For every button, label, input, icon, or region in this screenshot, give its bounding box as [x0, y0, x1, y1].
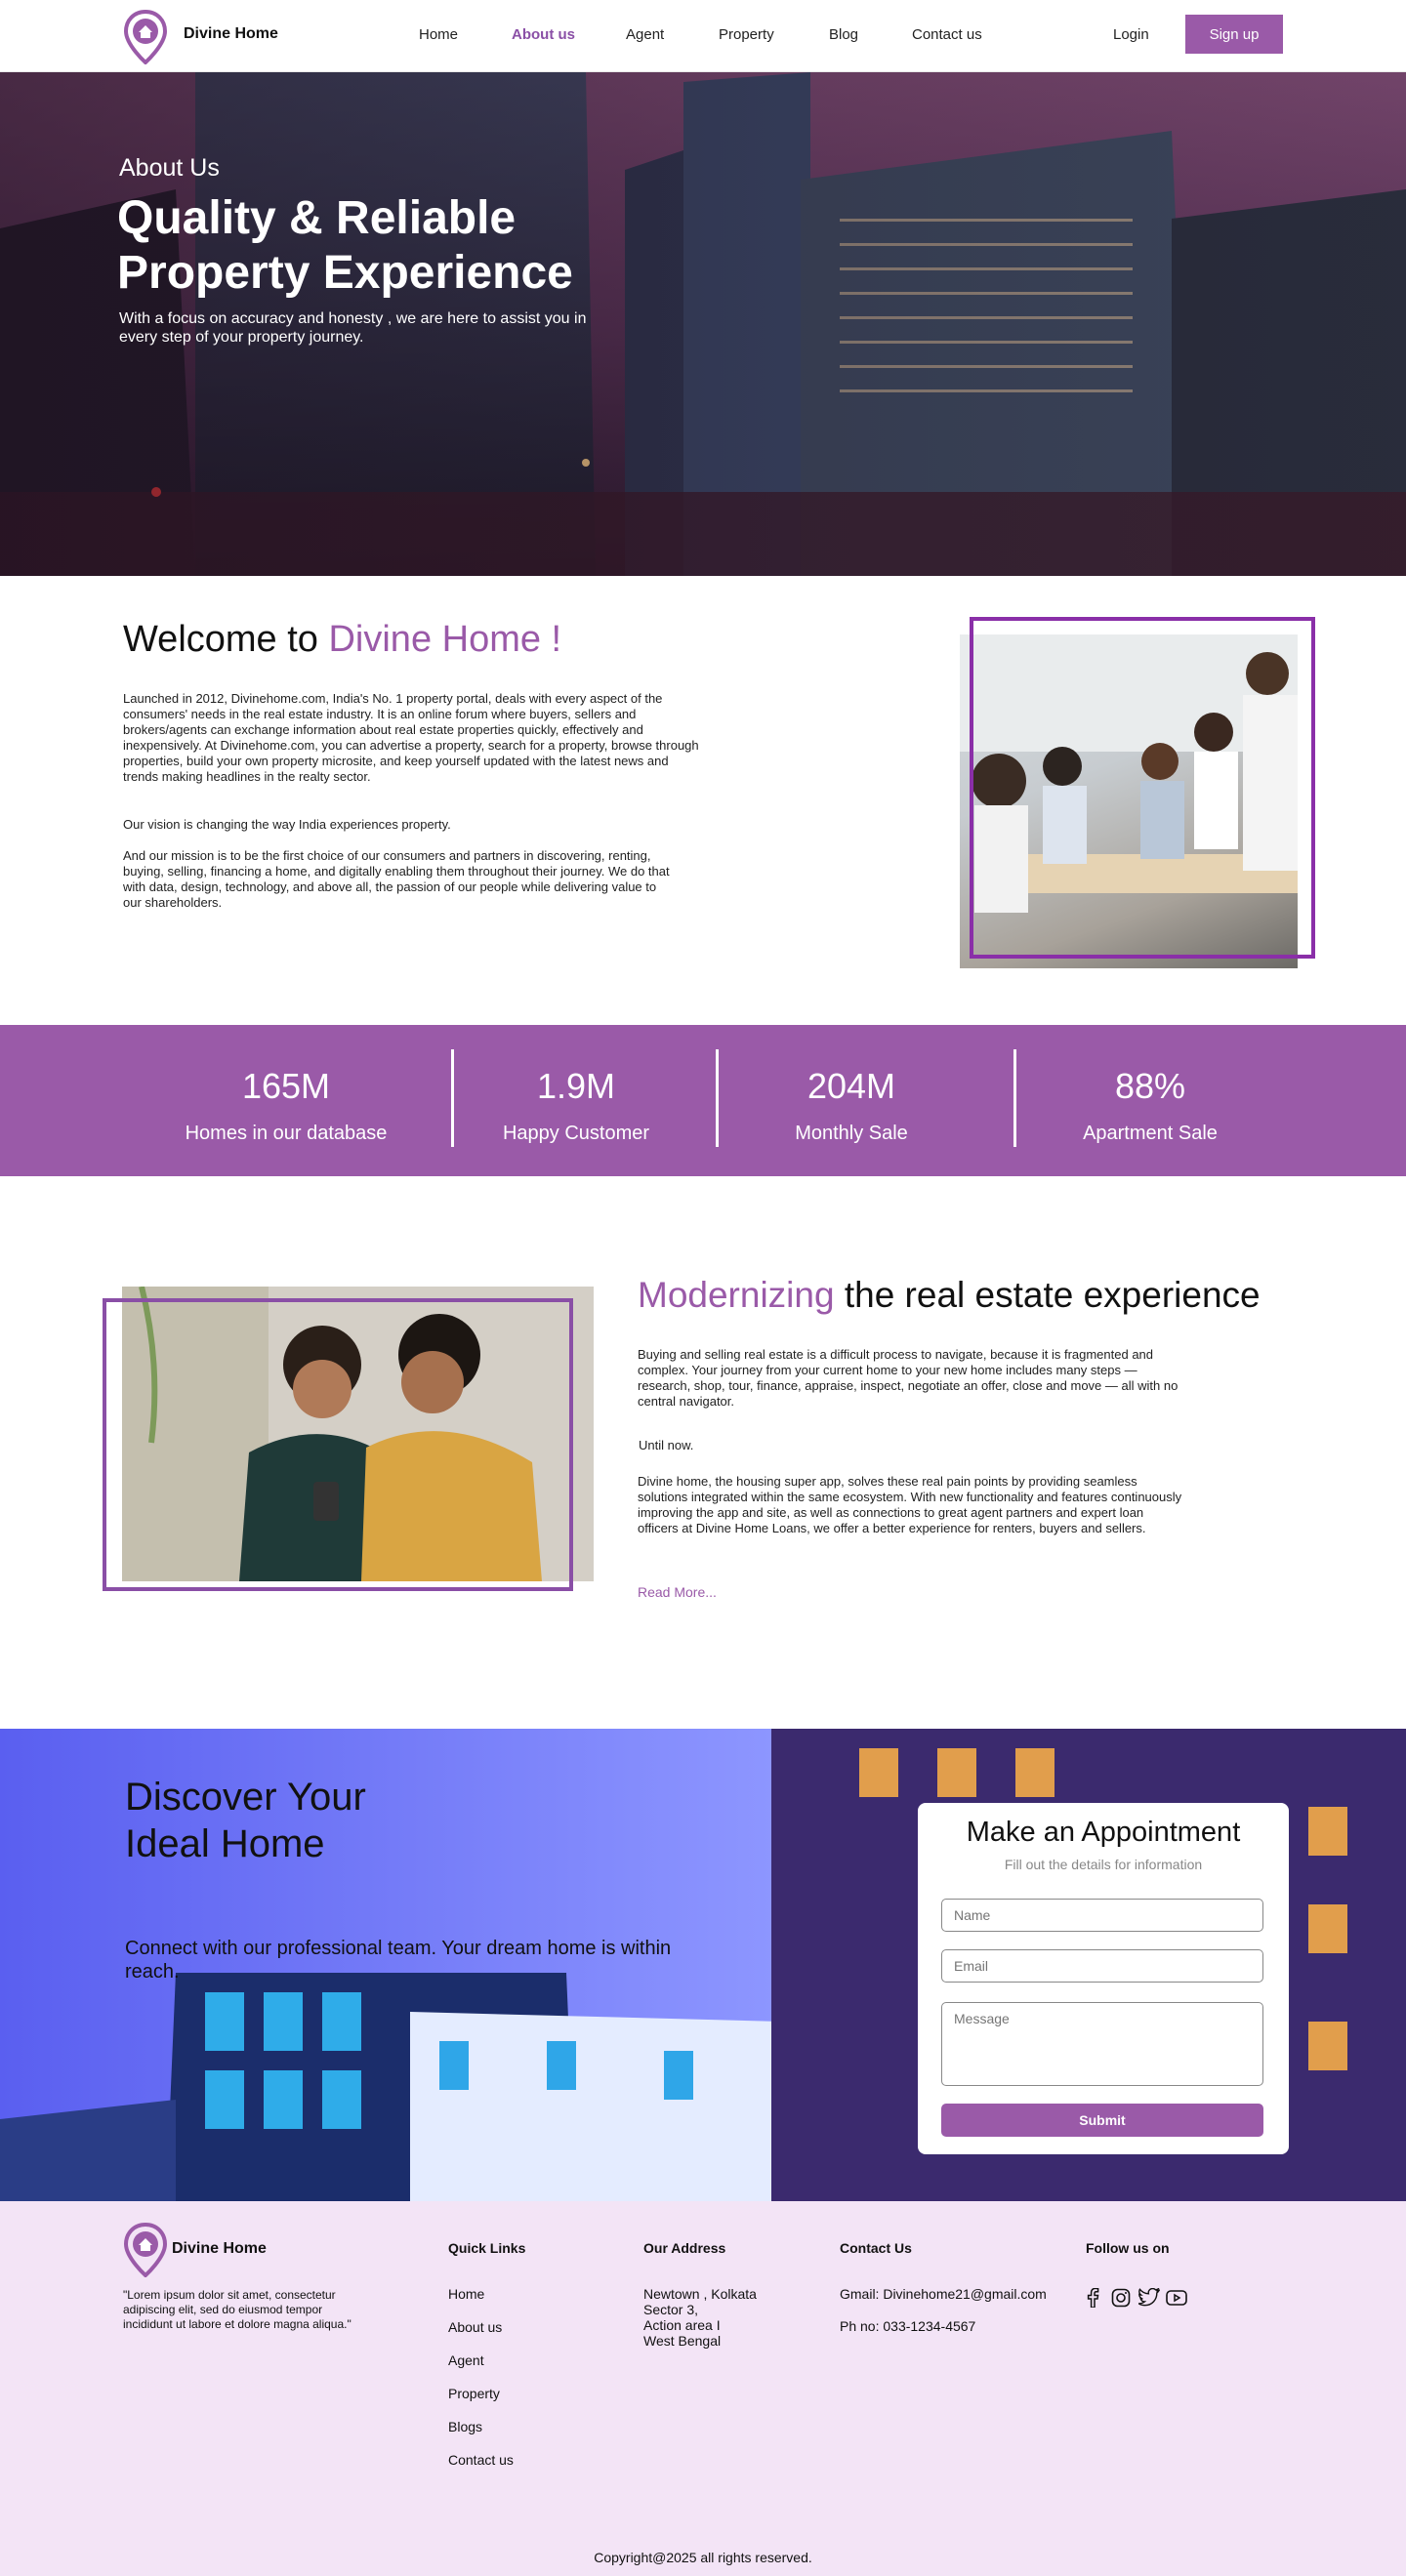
instagram-icon[interactable]	[1111, 2288, 1131, 2308]
footer-quote: "Lorem ipsum dolor sit amet, consectetur…	[123, 2288, 352, 2331]
nav-blog[interactable]: Blog	[829, 26, 858, 43]
appointment-title: Make an Appointment	[966, 1817, 1241, 1848]
home-pin-logo-icon[interactable]	[123, 10, 168, 64]
team-image-frame	[970, 617, 1315, 959]
twitter-icon[interactable]	[1138, 2288, 1160, 2308]
stat-value-apartment-sale: 88%	[1114, 1066, 1186, 1106]
top-navbar: Divine Home Home About us Agent Property…	[0, 0, 1406, 72]
stat-label-customers: Happy Customer	[502, 1123, 650, 1144]
message-textarea[interactable]	[941, 2002, 1263, 2086]
couple-image-frame	[103, 1298, 573, 1591]
address-heading: Our Address	[643, 2240, 726, 2256]
modernizing-paragraph-2: Until now.	[639, 1438, 694, 1452]
footer-link-home[interactable]: Home	[448, 2286, 484, 2302]
stat-divider	[451, 1049, 454, 1147]
stat-label-homes: Homes in our database	[185, 1123, 388, 1144]
email-input[interactable]	[941, 1949, 1263, 1983]
contact-heading: Contact Us	[840, 2240, 912, 2256]
nav-about-us[interactable]: About us	[512, 26, 575, 43]
stat-label-apartment-sale: Apartment Sale	[1083, 1123, 1218, 1144]
stat-divider	[716, 1049, 719, 1147]
footer-link-contact-us[interactable]: Contact us	[448, 2452, 514, 2468]
stat-value-monthly-sale: 204M	[806, 1066, 896, 1106]
address-line: Action area I	[643, 2317, 721, 2333]
hero-title: Quality & Reliable Property Experience	[117, 192, 573, 299]
hero-description: With a focus on accuracy and honesty , w…	[119, 310, 587, 346]
quick-links-heading: Quick Links	[448, 2240, 526, 2256]
nav-property[interactable]: Property	[719, 26, 774, 43]
name-input[interactable]	[941, 1899, 1263, 1932]
modernizing-paragraph-1: Buying and selling real estate is a diff…	[638, 1347, 1179, 1409]
welcome-title: Welcome to Divine Home !	[123, 619, 561, 661]
facebook-icon[interactable]	[1086, 2288, 1099, 2308]
stat-divider	[1013, 1049, 1016, 1147]
discover-description: Connect with our professional team. Your…	[125, 1938, 672, 1983]
footer-link-property[interactable]: Property	[448, 2386, 500, 2401]
submit-button[interactable]: Submit	[941, 2104, 1263, 2137]
footer-brand-name: Divine Home	[172, 2240, 267, 2257]
welcome-title-accent: Divine Home !	[328, 619, 562, 660]
stat-label-monthly-sale: Monthly Sale	[795, 1123, 908, 1144]
footer-link-about-us[interactable]: About us	[448, 2319, 502, 2335]
welcome-paragraph-2: Our vision is changing the way India exp…	[123, 817, 451, 832]
copyright-text: Copyright@2025 all rights reserved.	[594, 2550, 812, 2565]
address-line: Newtown , Kolkata	[643, 2286, 757, 2302]
footer-link-blogs[interactable]: Blogs	[448, 2419, 482, 2434]
hero-subtitle: About Us	[119, 154, 220, 182]
address-line: Sector 3,	[643, 2302, 699, 2317]
stat-value-customers: 1.9M	[536, 1066, 616, 1106]
appointment-subtitle: Fill out the details for information	[1004, 1857, 1203, 1872]
modernizing-title-rest: the real estate experience	[834, 1275, 1261, 1315]
brand-name[interactable]: Divine Home	[184, 25, 278, 43]
nav-home[interactable]: Home	[419, 26, 458, 43]
nav-contact-us[interactable]: Contact us	[912, 26, 982, 43]
footer-link-agent[interactable]: Agent	[448, 2352, 484, 2368]
stat-value-homes: 165M	[241, 1066, 331, 1106]
nav-agent[interactable]: Agent	[626, 26, 664, 43]
contact-email[interactable]: Gmail: Divinehome21@gmail.com	[840, 2286, 1047, 2302]
signup-button[interactable]: Sign up	[1185, 15, 1283, 54]
youtube-icon[interactable]	[1166, 2290, 1187, 2306]
footer-home-pin-logo-icon[interactable]	[123, 2223, 168, 2277]
welcome-paragraph-3: And our mission is to be the first choic…	[123, 848, 670, 910]
modernizing-title-accent: Modernizing	[638, 1275, 835, 1315]
welcome-paragraph-1: Launched in 2012, Divinehome.com, India'…	[123, 691, 699, 784]
modernizing-title: Modernizing the real estate experience	[638, 1275, 1261, 1316]
read-more-link[interactable]: Read More...	[638, 1584, 717, 1600]
address-line: West Bengal	[643, 2333, 722, 2349]
welcome-title-prefix: Welcome to	[123, 619, 329, 660]
contact-phone[interactable]: Ph no: 033-1234-4567	[840, 2318, 975, 2334]
follow-heading: Follow us on	[1086, 2240, 1170, 2256]
appointment-form-card: Make an Appointment Fill out the details…	[918, 1803, 1289, 2154]
modernizing-paragraph-3: Divine home, the housing super app, solv…	[638, 1474, 1182, 1535]
discover-title: Discover Your Ideal Home	[125, 1776, 366, 1865]
login-link[interactable]: Login	[1113, 26, 1149, 43]
